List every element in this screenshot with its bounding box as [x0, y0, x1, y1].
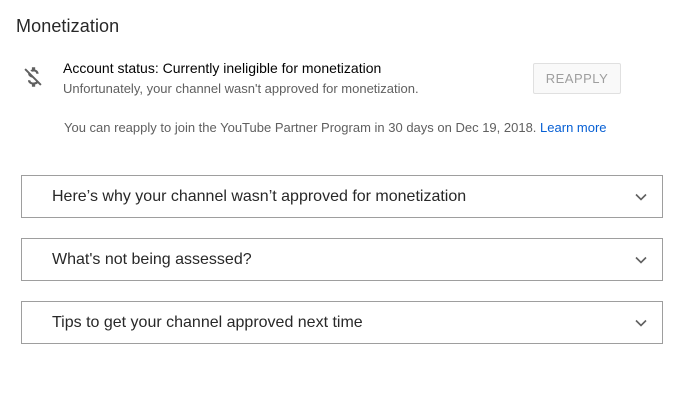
- panel-not-assessed[interactable]: What's not being assessed?: [21, 238, 663, 281]
- reapply-note: You can reapply to join the YouTube Part…: [64, 120, 607, 135]
- reapply-button[interactable]: REAPPLY: [533, 63, 621, 94]
- chevron-down-icon: [635, 256, 647, 264]
- panel-why-not-approved[interactable]: Here’s why your channel wasn’t approved …: [21, 175, 663, 218]
- learn-more-link[interactable]: Learn more: [540, 120, 606, 135]
- money-off-icon: [24, 67, 42, 87]
- panel-label: Here’s why your channel wasn’t approved …: [52, 187, 467, 205]
- panel-label: What's not being assessed?: [52, 250, 252, 268]
- chevron-down-icon: [635, 319, 647, 327]
- account-status-description: Unfortunately, your channel wasn't appro…: [63, 81, 419, 96]
- chevron-down-icon: [635, 193, 647, 201]
- reapply-note-text: You can reapply to join the YouTube Part…: [64, 120, 537, 135]
- panel-tips[interactable]: Tips to get your channel approved next t…: [21, 301, 663, 344]
- account-status-heading: Account status: Currently ineligible for…: [63, 60, 382, 76]
- panel-label: Tips to get your channel approved next t…: [52, 313, 363, 331]
- page-title: Monetization: [16, 16, 120, 36]
